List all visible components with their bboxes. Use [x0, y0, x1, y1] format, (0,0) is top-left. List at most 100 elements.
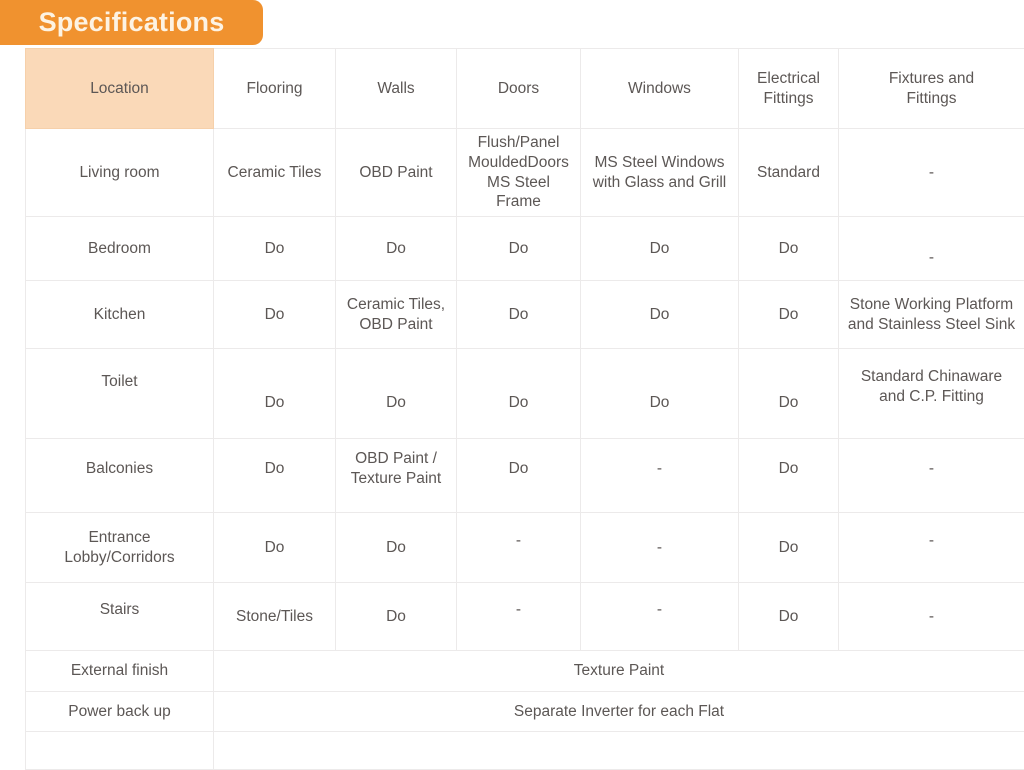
cell-value: Separate Inverter for each Flat: [214, 692, 1024, 732]
cell-doors-value: -: [516, 531, 521, 551]
cell-flooring: Do: [214, 217, 336, 281]
cell-walls: OBD Paint / Texture Paint: [336, 439, 457, 513]
table-row: Bedroom Do Do Do Do Do -: [26, 217, 1024, 281]
cell-location: Power back up: [26, 692, 214, 732]
cell-location-value: Stairs: [100, 600, 140, 620]
table-row: Entrance Lobby/Corridors Do Do - - Do -: [26, 513, 1024, 583]
cell-fixtures: -: [839, 129, 1024, 217]
cell-value: Texture Paint: [214, 651, 1024, 692]
column-header-fixtures-and-fittings: Fixtures and Fittings: [839, 49, 1024, 129]
cell-windows-value: -: [657, 600, 662, 620]
cell-walls: Ceramic Tiles, OBD Paint: [336, 281, 457, 349]
cell-fixtures: Standard Chinaware and C.P. Fitting: [839, 349, 1024, 439]
cell-doors-value: -: [516, 600, 521, 620]
table-row: Kitchen Do Ceramic Tiles, OBD Paint Do D…: [26, 281, 1024, 349]
cell-flooring-value: Do: [265, 393, 285, 413]
cell-doors: Do: [457, 281, 581, 349]
cell-location: Toilet: [26, 349, 214, 439]
specifications-title-badge: Specifications: [0, 0, 263, 45]
cell-fixtures: -: [839, 217, 1024, 281]
cell-windows: Do: [581, 217, 739, 281]
cell-fixtures-line2: and Stainless Steel Sink: [848, 316, 1015, 333]
column-header-electrical-fittings: Electrical Fittings: [739, 49, 839, 129]
cell-windows-value: -: [657, 539, 662, 556]
cell-windows-value: -: [657, 459, 662, 479]
cell-flooring: Do: [214, 439, 336, 513]
column-header-fixtures-line1: Fixtures and: [889, 70, 974, 87]
cell-location: Stairs: [26, 583, 214, 651]
cell-electrical: Do: [739, 513, 839, 583]
cell-fixtures: -: [839, 439, 1024, 513]
cell-doors-line3: MS Steel Frame: [487, 174, 550, 211]
table-header: Location Flooring Walls Doors Windows El…: [26, 49, 1024, 129]
cell-windows: -: [581, 513, 739, 583]
cell-walls: Do: [336, 583, 457, 651]
cell-flooring-value: Do: [265, 459, 285, 479]
cell-doors: Do: [457, 439, 581, 513]
cell-location: Living room: [26, 129, 214, 217]
cell-value: [214, 732, 1024, 770]
specifications-table-container: Location Flooring Walls Doors Windows El…: [25, 48, 1024, 770]
cell-location: Entrance Lobby/Corridors: [26, 513, 214, 583]
cell-walls-value: Do: [386, 393, 406, 413]
cell-location: Balconies: [26, 439, 214, 513]
column-header-fixtures-line2: Fittings: [907, 90, 957, 107]
table-row: [26, 732, 1024, 770]
cell-windows-line1: MS Steel Windows: [594, 154, 724, 171]
cell-location: External finish: [26, 651, 214, 692]
cell-electrical: Standard: [739, 129, 839, 217]
cell-location: [26, 732, 214, 770]
cell-walls: Do: [336, 513, 457, 583]
cell-location-line2: Lobby/Corridors: [64, 549, 174, 566]
cell-fixtures-value: -: [929, 531, 934, 551]
cell-walls-line1: Ceramic Tiles,: [347, 296, 445, 313]
cell-walls: Do: [336, 349, 457, 439]
specifications-table: Location Flooring Walls Doors Windows El…: [25, 48, 1024, 770]
cell-walls: OBD Paint: [336, 129, 457, 217]
table-row: External finish Texture Paint: [26, 651, 1024, 692]
cell-windows: Do: [581, 281, 739, 349]
cell-location: Kitchen: [26, 281, 214, 349]
table-header-row: Location Flooring Walls Doors Windows El…: [26, 49, 1024, 129]
cell-location-value: Balconies: [86, 459, 153, 479]
table-row: Stairs Stone/Tiles Do - - Do -: [26, 583, 1024, 651]
cell-fixtures-line1: Stone Working Platform: [850, 296, 1013, 313]
cell-doors-value: Do: [509, 459, 529, 479]
column-header-electrical-line1: Electrical: [757, 70, 820, 87]
cell-doors: -: [457, 583, 581, 651]
cell-flooring: Ceramic Tiles: [214, 129, 336, 217]
cell-electrical-value: Do: [779, 393, 799, 413]
cell-walls-line1: OBD Paint /: [355, 450, 437, 467]
cell-doors: Do: [457, 349, 581, 439]
cell-flooring: Do: [214, 349, 336, 439]
cell-fixtures-lines: Standard Chinaware and C.P. Fitting: [861, 367, 1002, 407]
table-row: Toilet Do Do Do Do Do Standard Chinaware…: [26, 349, 1024, 439]
cell-electrical: Do: [739, 281, 839, 349]
cell-fixtures: Stone Working Platform and Stainless Ste…: [839, 281, 1024, 349]
cell-fixtures-value: -: [929, 248, 934, 268]
cell-doors-value: Do: [509, 393, 529, 413]
column-header-walls: Walls: [336, 49, 457, 129]
cell-walls-lines: OBD Paint / Texture Paint: [351, 449, 441, 489]
cell-doors: Flush/Panel MouldedDoors MS Steel Frame: [457, 129, 581, 217]
cell-walls-line2: Texture Paint: [351, 470, 441, 487]
cell-flooring: Do: [214, 281, 336, 349]
cell-location-line1: Entrance: [88, 529, 150, 546]
column-header-location: Location: [26, 49, 214, 129]
cell-windows: MS Steel Windows with Glass and Grill: [581, 129, 739, 217]
cell-doors-line1: Flush/Panel: [478, 134, 560, 151]
column-header-flooring: Flooring: [214, 49, 336, 129]
cell-fixtures-line2: and C.P. Fitting: [879, 388, 984, 405]
cell-windows-line2: with Glass and Grill: [593, 174, 727, 191]
cell-fixtures: -: [839, 513, 1024, 583]
table-body: Living room Ceramic Tiles OBD Paint Flus…: [26, 129, 1024, 770]
cell-fixtures-value: -: [929, 164, 934, 181]
cell-flooring: Stone/Tiles: [214, 583, 336, 651]
cell-doors-line2: MouldedDoors: [468, 154, 569, 171]
cell-doors: -: [457, 513, 581, 583]
cell-fixtures-line1: Standard Chinaware: [861, 368, 1002, 385]
column-header-doors: Doors: [457, 49, 581, 129]
table-row: Balconies Do OBD Paint / Texture Paint D…: [26, 439, 1024, 513]
cell-location-value: Toilet: [101, 372, 137, 392]
cell-doors: Do: [457, 217, 581, 281]
